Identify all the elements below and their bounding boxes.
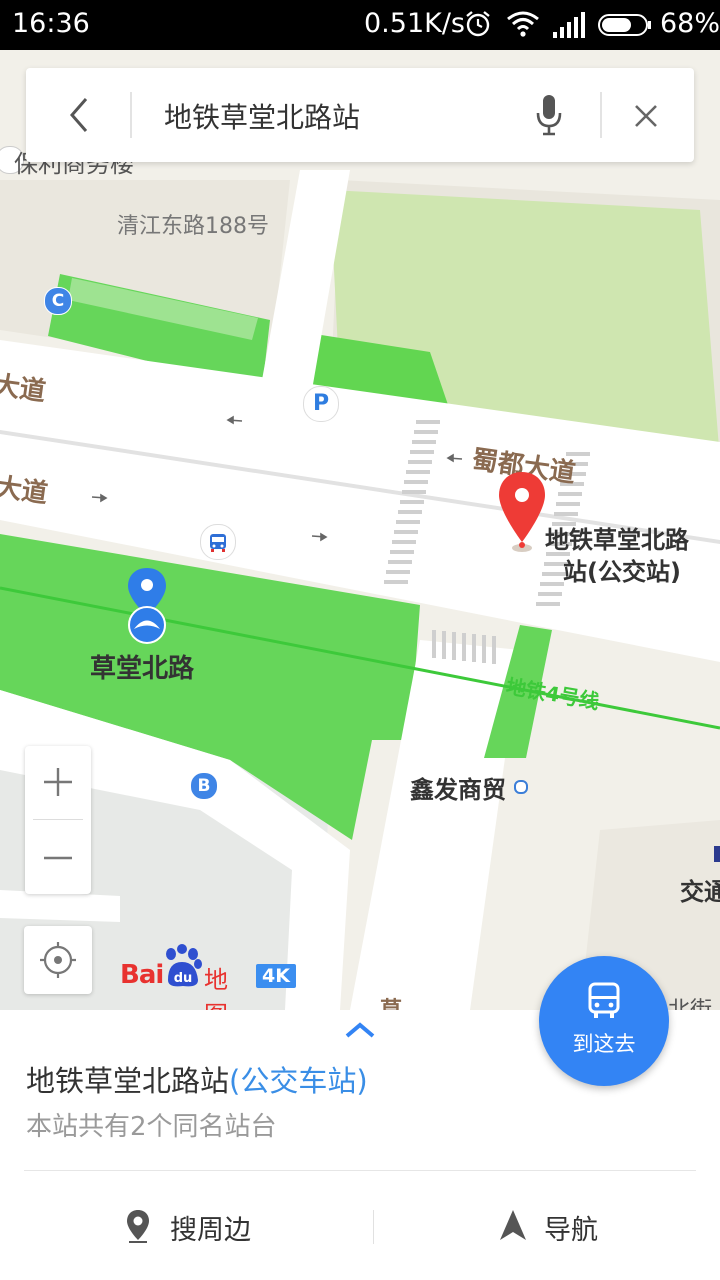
navigate-label: 导航 (544, 1215, 598, 1246)
wifi-icon (507, 11, 539, 37)
map-label-road-left-2: 大道 (0, 472, 50, 510)
go-here-button[interactable]: 到这去 (539, 956, 669, 1086)
map-label-subway-station: 草堂北路 (90, 654, 195, 684)
map-label-poi-jiaotong: 交通 (680, 878, 720, 906)
battery-icon (598, 14, 651, 36)
map-label-selected-station-1: 地铁草堂北路 (545, 526, 689, 554)
subway-station-pin-icon[interactable] (124, 566, 170, 646)
zoom-controls (25, 746, 91, 894)
exit-b-badge[interactable]: B (190, 772, 218, 800)
search-divider-2 (600, 92, 602, 138)
place-title: 地铁草堂北路站(公交车站) (26, 1058, 368, 1100)
logo-4k-badge: 4K (256, 964, 296, 988)
status-network-speed: 0.51K/s (364, 8, 465, 39)
map-label-road-bottom: 草 (380, 992, 402, 1010)
logo-bai: Bai (120, 960, 164, 990)
map-label-poi-xinfa: 鑫发商贸 (410, 776, 506, 804)
place-subtitle: 本站共有2个同名站台 (26, 1112, 277, 1142)
logo-du: du (174, 971, 193, 986)
status-bar: 16:36 0.51K/s 68% (0, 0, 720, 50)
poi-marker-icon (714, 846, 720, 862)
search-divider (130, 92, 132, 138)
parking-badge[interactable]: P (303, 386, 339, 422)
selected-location-pin-icon[interactable] (496, 470, 548, 554)
zoom-divider (33, 819, 83, 820)
microphone-icon[interactable] (534, 92, 564, 138)
location-pin-icon (127, 1210, 149, 1243)
battery-percent: 68% (660, 8, 720, 39)
map-view[interactable]: 保利商务楼 清江东路188号 C 大道 大道 蜀都大道 P 地铁草堂北路 站(公… (0, 50, 720, 1010)
go-here-label: 到这去 (572, 1032, 636, 1056)
navigate-button[interactable]: 导航 (374, 1182, 720, 1268)
search-query[interactable]: 地铁草堂北路站 (164, 96, 360, 136)
zoom-out-button[interactable] (25, 822, 91, 894)
locate-button[interactable] (24, 926, 92, 994)
zoom-in-button[interactable] (25, 746, 91, 818)
place-name: 地铁草堂北路站 (26, 1064, 230, 1098)
map-label-poi-bottom-right: 北街 (668, 992, 712, 1010)
back-arrow-icon[interactable] (64, 96, 94, 134)
chevron-up-icon[interactable] (344, 1020, 376, 1040)
poi-dot-icon (514, 780, 528, 794)
panel-divider (24, 1170, 696, 1171)
search-bar[interactable]: 地铁草堂北路站 (26, 68, 694, 162)
close-icon[interactable] (632, 102, 660, 130)
bus-stop-icon[interactable] (200, 524, 236, 560)
search-nearby-button[interactable]: 搜周边 (0, 1182, 372, 1268)
map-label-address: 清江东路188号 (117, 214, 269, 239)
exit-c-badge[interactable]: C (44, 287, 72, 315)
search-nearby-label: 搜周边 (170, 1215, 251, 1246)
baidu-paw-icon: du (166, 944, 202, 987)
map-label-selected-station-2: 站(公交站) (563, 558, 681, 586)
bus-icon (588, 982, 620, 1018)
locate-crosshair-icon (40, 942, 76, 978)
place-category: (公交车站) (229, 1064, 368, 1098)
alarm-icon (466, 11, 490, 37)
map-label-road-left-1: 大道 (0, 370, 48, 408)
navigation-arrow-icon (500, 1210, 526, 1240)
status-time: 16:36 (12, 8, 90, 39)
signal-icon (553, 12, 585, 38)
